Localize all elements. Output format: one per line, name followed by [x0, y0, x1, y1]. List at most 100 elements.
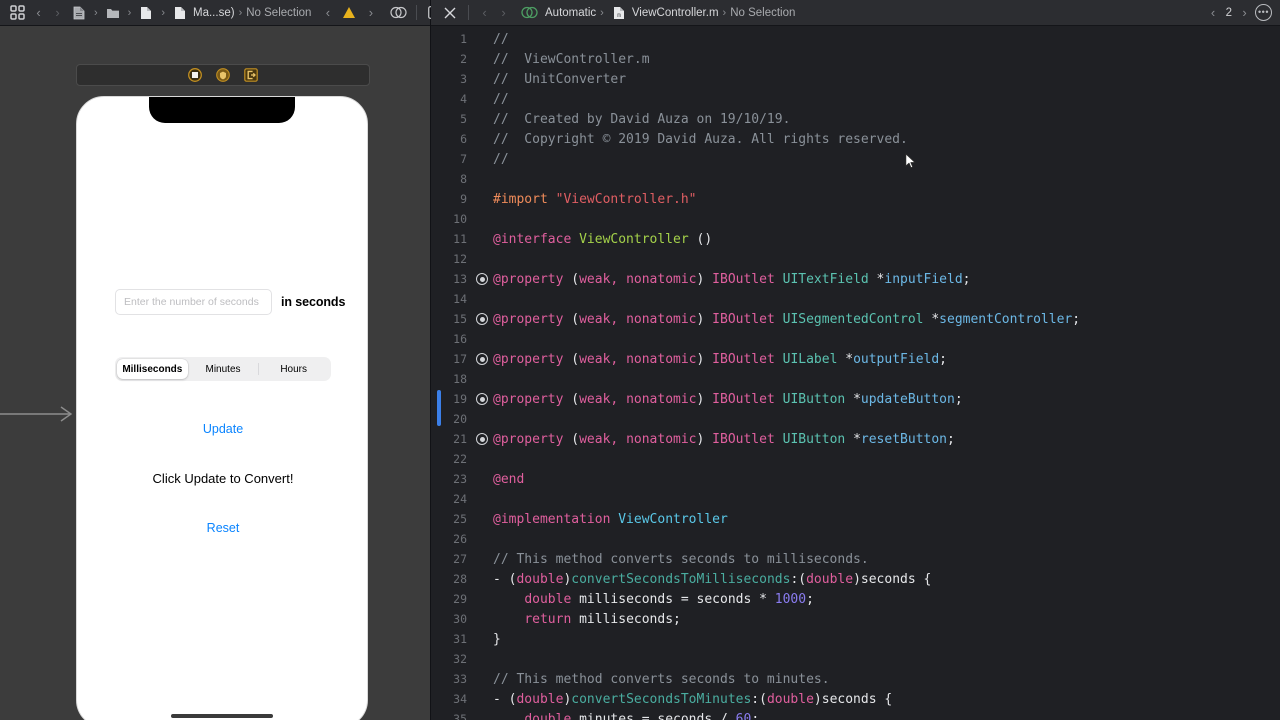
breadcrumb-storyboard-label[interactable]: Ma...se) [193, 7, 235, 19]
storyboard-canvas[interactable]: Enter the number of seconds in seconds M… [0, 26, 430, 720]
code-line[interactable]: 1 // [431, 29, 1280, 49]
segment-minutes-label: Minutes [205, 363, 241, 375]
code-line[interactable]: 14 [431, 289, 1280, 309]
line-number: 3 [460, 72, 467, 86]
code-line[interactable]: 22 [431, 449, 1280, 469]
code-line[interactable]: 6 // Copyright © 2019 David Auza. All rig… [431, 129, 1280, 149]
code-line[interactable]: 30 return milliseconds; [431, 609, 1280, 629]
code-line[interactable]: 5 // Created by David Auza on 19/10/19. [431, 109, 1280, 129]
code-text: // Copyright © 2019 David Auza. All righ… [493, 131, 908, 147]
code-line[interactable]: 8 [431, 169, 1280, 189]
update-button[interactable]: Update [77, 422, 367, 436]
code-line[interactable]: 7 // [431, 149, 1280, 169]
exit-icon[interactable] [244, 68, 258, 82]
code-line[interactable]: 26 [431, 529, 1280, 549]
line-number: 15 [453, 312, 467, 326]
code-line[interactable]: 16 [431, 329, 1280, 349]
code-text: double milliseconds = seconds * 1000; [524, 591, 814, 607]
code-line[interactable]: 33 // This method converts seconds to min… [431, 669, 1280, 689]
code-line[interactable]: 2 // ViewController.m [431, 49, 1280, 69]
grid-icon[interactable] [6, 3, 28, 23]
line-number: 18 [453, 372, 467, 386]
seconds-input-field[interactable]: Enter the number of seconds [115, 289, 272, 315]
view-controller-icon[interactable] [188, 68, 202, 82]
issue-prev-button[interactable]: ‹ [319, 5, 336, 20]
related-items-icon[interactable] [387, 3, 409, 23]
code-line[interactable]: 17 @property (weak, nonatomic) IBOutlet U… [431, 349, 1280, 369]
outlet-connection-icon[interactable] [471, 353, 493, 365]
reset-button[interactable]: Reset [77, 521, 367, 535]
code-line[interactable]: 34 - (double)convertSecondsToMinutes:(dou… [431, 689, 1280, 709]
code-line[interactable]: 31} [431, 629, 1280, 649]
segment-hours[interactable]: Hours [258, 359, 329, 379]
folder-icon[interactable] [102, 3, 124, 23]
code-line[interactable]: 35 double minutes = seconds / 60; [431, 709, 1280, 720]
code-line[interactable]: 10 [431, 209, 1280, 229]
segment-milliseconds-label: Milliseconds [122, 363, 183, 375]
more-options-button[interactable]: ••• [1255, 4, 1272, 21]
editor-mode-label[interactable]: Automatic [545, 7, 596, 19]
outlet-connection-icon[interactable] [471, 273, 493, 285]
code-line[interactable]: 28 - (double)convertSecondsToMilliseconds… [431, 569, 1280, 589]
close-icon[interactable] [439, 3, 461, 23]
code-text: @property (weak, nonatomic) IBOutlet UIL… [493, 351, 947, 367]
code-line[interactable]: 11 @interface ViewController () [431, 229, 1280, 249]
code-line[interactable]: 25 @implementation ViewController [431, 509, 1280, 529]
editor-forward-button[interactable]: › [495, 5, 512, 20]
objc-m-file-icon[interactable]: m [608, 3, 630, 23]
code-text: @property (weak, nonatomic) IBOutlet UIT… [493, 271, 971, 287]
segment-milliseconds[interactable]: Milliseconds [117, 359, 188, 379]
code-line[interactable]: 13 @property (weak, nonatomic) IBOutlet U… [431, 269, 1280, 289]
code-text: #import "ViewController.h" [493, 191, 697, 207]
code-line[interactable]: 12 [431, 249, 1280, 269]
code-line[interactable]: 3 // UnitConverter [431, 69, 1280, 89]
segment-minutes[interactable]: Minutes [188, 359, 259, 379]
file-icon[interactable] [135, 3, 157, 23]
issue-next-button[interactable]: › [362, 5, 379, 20]
scene-dock[interactable] [76, 64, 370, 86]
code-line[interactable]: 9 #import "ViewController.h" [431, 189, 1280, 209]
nav-back-button[interactable]: ‹ [30, 5, 47, 20]
outlet-connection-icon[interactable] [471, 393, 493, 405]
page-prev-button[interactable]: ‹ [1205, 5, 1222, 20]
project-icon[interactable] [68, 3, 90, 23]
code-line[interactable]: 15 @property (weak, nonatomic) IBOutlet U… [431, 309, 1280, 329]
home-indicator [171, 714, 273, 718]
code-line[interactable]: 27 // This method converts seconds to mil… [431, 549, 1280, 569]
code-line[interactable]: 21 @property (weak, nonatomic) IBOutlet U… [431, 429, 1280, 449]
iphone-preview[interactable]: Enter the number of seconds in seconds M… [76, 96, 368, 720]
outlet-connection-icon[interactable] [471, 313, 493, 325]
line-number: 20 [453, 412, 467, 426]
line-number: 27 [453, 552, 467, 566]
editor-back-button[interactable]: ‹ [476, 5, 493, 20]
line-number: 6 [460, 132, 467, 146]
line-number: 11 [453, 232, 467, 246]
code-line[interactable]: 24 [431, 489, 1280, 509]
code-text: // [493, 31, 509, 47]
breadcrumb-selection-label[interactable]: No Selection [246, 7, 311, 19]
code-line[interactable]: 20 [431, 409, 1280, 429]
unit-segmented-control[interactable]: Milliseconds Minutes Hours [115, 357, 331, 381]
code-line[interactable]: 23 @end [431, 469, 1280, 489]
source-code-view[interactable]: 1 // 2 // ViewController.m 3 // UnitConverter… [431, 26, 1280, 720]
code-line[interactable]: 19 @property (weak, nonatomic) IBOutlet U… [431, 389, 1280, 409]
first-responder-icon[interactable] [216, 68, 230, 82]
page-number: 2 [1225, 6, 1232, 19]
code-text: } [493, 631, 501, 647]
related-items-icon[interactable] [518, 3, 540, 23]
nav-forward-button[interactable]: › [49, 5, 66, 20]
line-number: 35 [453, 712, 467, 720]
warning-triangle-icon[interactable] [338, 3, 360, 23]
outlet-connection-icon[interactable] [471, 433, 493, 445]
storyboard-icon[interactable] [169, 3, 191, 23]
editor-selection-label[interactable]: No Selection [730, 7, 795, 19]
code-line[interactable]: 29 double milliseconds = seconds * 1000; [431, 589, 1280, 609]
code-line[interactable]: 18 [431, 369, 1280, 389]
line-number: 24 [453, 492, 467, 506]
code-line[interactable]: 32 [431, 649, 1280, 669]
line-number: 26 [453, 532, 467, 546]
editor-file-label[interactable]: ViewController.m [632, 7, 719, 19]
page-next-button[interactable]: › [1236, 5, 1253, 20]
code-line[interactable]: 4 // [431, 89, 1280, 109]
breadcrumb-sep: › [161, 6, 166, 19]
